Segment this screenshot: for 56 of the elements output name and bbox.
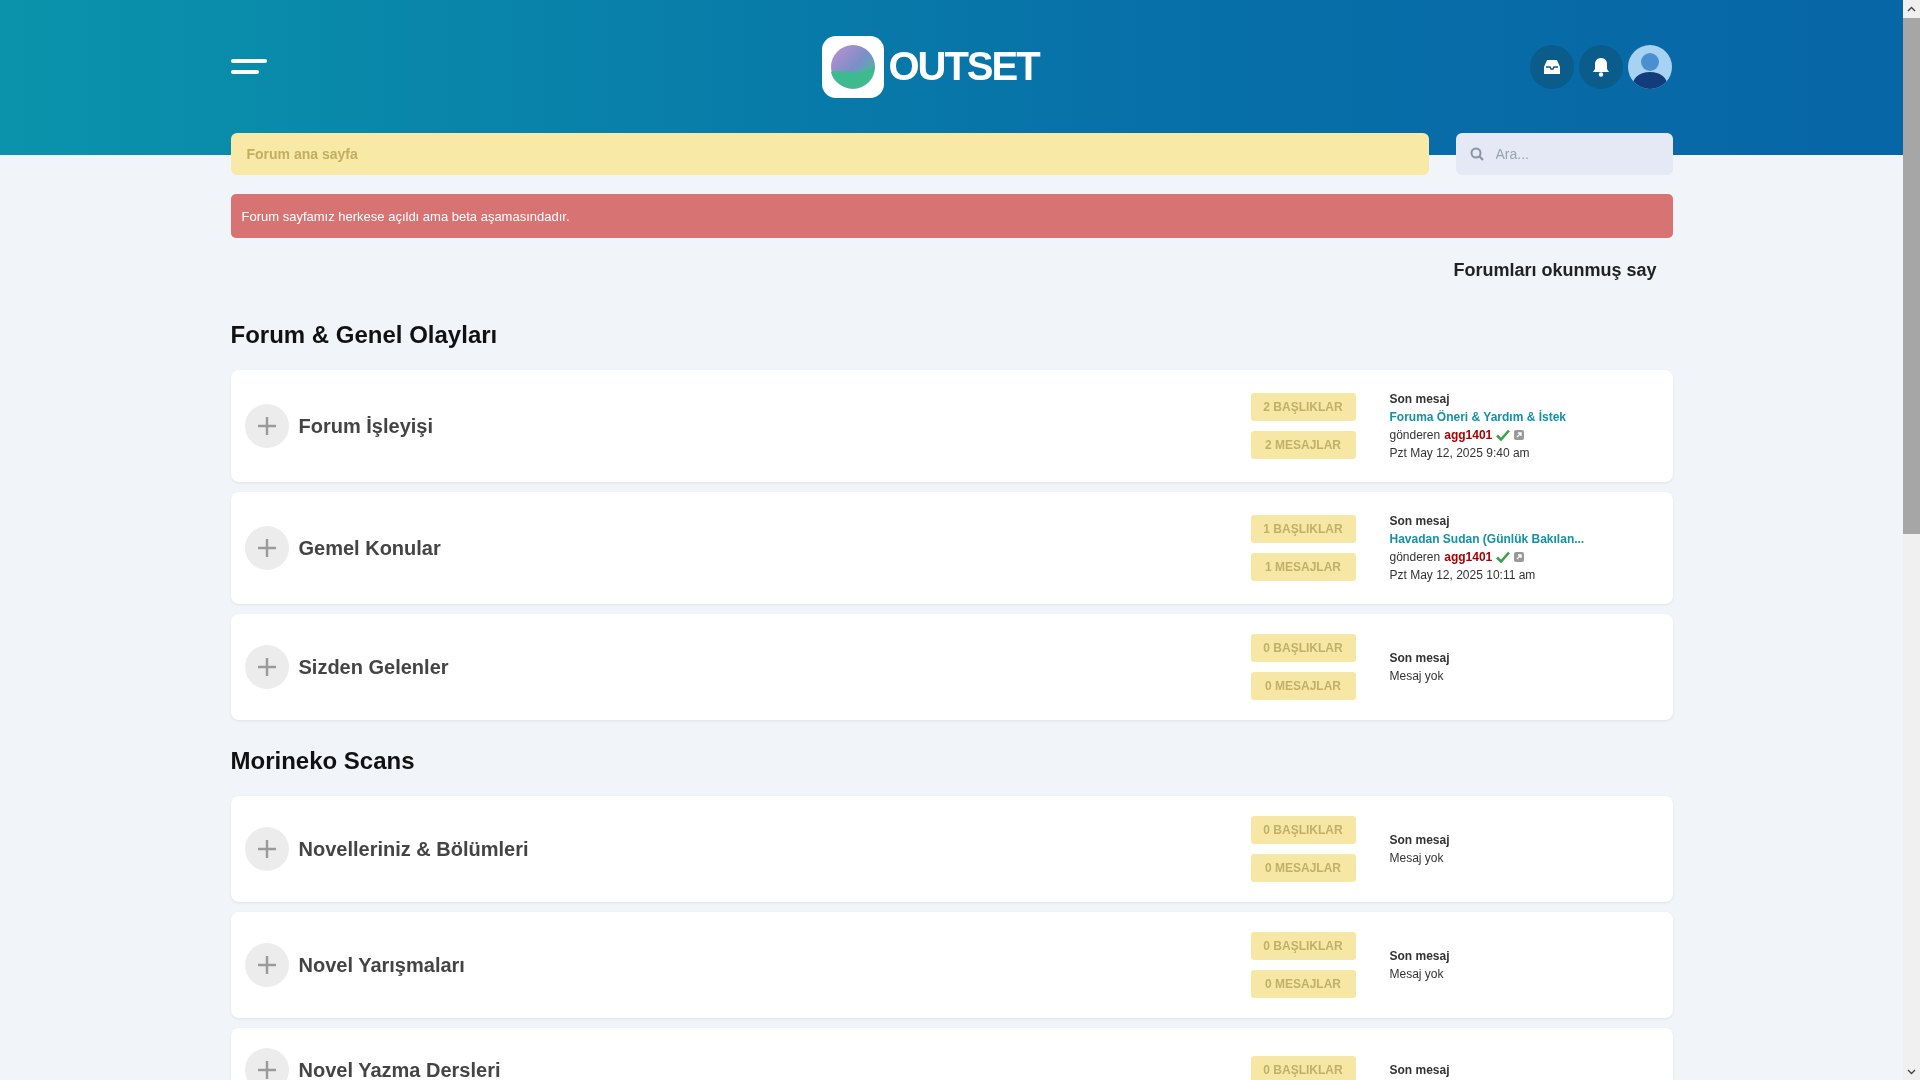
author-link[interactable]: agg1401 bbox=[1444, 426, 1493, 444]
logo-icon bbox=[822, 35, 885, 98]
plus-icon[interactable] bbox=[244, 645, 289, 689]
jump-to-post-icon[interactable] bbox=[1514, 430, 1525, 440]
topic-count-badge: 0 BAŞLIKLAR bbox=[1250, 816, 1356, 844]
last-post-label: Son mesaj bbox=[1389, 650, 1450, 667]
last-post-label: Son mesaj bbox=[1389, 832, 1450, 849]
last-post-link[interactable]: Havadan Sudan (Günlük Bakılan... bbox=[1389, 530, 1585, 548]
forum-title-link[interactable]: Gemel Konular bbox=[298, 536, 1251, 560]
posted-by-label: gönderen bbox=[1389, 427, 1441, 444]
post-count-badge: 0 MESAJLAR bbox=[1250, 970, 1356, 998]
post-date: Pzt May 12, 2025 10:11 am bbox=[1389, 567, 1536, 584]
topic-count-badge: 0 BAŞLIKLAR bbox=[1250, 1056, 1356, 1080]
search-icon bbox=[1469, 147, 1484, 161]
topic-count-badge: 1 BAŞLIKLAR bbox=[1250, 515, 1356, 543]
post-count-badge: 1 MESAJLAR bbox=[1250, 553, 1356, 581]
plus-icon[interactable] bbox=[244, 1048, 289, 1080]
category-heading: Morineko Scans bbox=[230, 746, 416, 776]
mark-forums-read-link[interactable]: Forumları okunmuş say bbox=[1453, 260, 1657, 280]
no-posts-text: Mesaj yok bbox=[1389, 966, 1444, 983]
plus-icon[interactable] bbox=[244, 404, 289, 448]
scrollbar-thumb[interactable] bbox=[1903, 18, 1920, 534]
topic-count-badge: 0 BAŞLIKLAR bbox=[1250, 634, 1356, 662]
jump-to-post-icon[interactable] bbox=[1514, 552, 1525, 562]
logo-text: OUTSET bbox=[888, 44, 1039, 89]
plus-icon[interactable] bbox=[244, 943, 289, 987]
last-post-label: Son mesaj bbox=[1389, 1062, 1450, 1079]
post-count-badge: 0 MESAJLAR bbox=[1250, 672, 1356, 700]
checkmark-icon bbox=[1496, 429, 1511, 441]
scroll-up-icon[interactable] bbox=[1907, 5, 1916, 12]
topic-count-badge: 0 BAŞLIKLAR bbox=[1250, 932, 1356, 960]
no-posts-text: Mesaj yok bbox=[1389, 850, 1444, 867]
author-link[interactable]: agg1401 bbox=[1444, 548, 1493, 566]
checkmark-icon bbox=[1496, 551, 1511, 563]
forum-title-link[interactable]: Forum İşleyişi bbox=[298, 414, 1251, 438]
topic-count-badge: 2 BAŞLIKLAR bbox=[1250, 393, 1356, 421]
post-date: Pzt May 12, 2025 9:40 am bbox=[1389, 445, 1530, 462]
no-posts-text: Mesaj yok bbox=[1389, 668, 1444, 685]
last-post-label: Son mesaj bbox=[1389, 513, 1450, 530]
forum-title-link[interactable]: Novelleriniz & Bölümleri bbox=[298, 837, 1251, 861]
last-post-label: Son mesaj bbox=[1389, 948, 1450, 965]
forum-title-link[interactable]: Novel Yazma Dersleri bbox=[298, 1058, 1251, 1080]
last-post-link[interactable]: Foruma Öneri & Yardım & İstek bbox=[1389, 408, 1566, 426]
plus-icon[interactable] bbox=[244, 526, 289, 570]
forum-title-link[interactable]: Novel Yarışmaları bbox=[298, 953, 1251, 977]
forum-title-link[interactable]: Sizden Gelenler bbox=[298, 655, 1251, 679]
announcement-banner: Forum sayfamız herkese açıldı ama beta aşamasındadır. bbox=[230, 194, 1673, 238]
menu-icon[interactable] bbox=[230, 58, 267, 75]
search-field[interactable]: Ara... bbox=[1455, 133, 1673, 175]
category-heading: Forum & Genel Olayları bbox=[230, 320, 499, 350]
posted-by-label: gönderen bbox=[1389, 549, 1441, 566]
post-count-badge: 0 MESAJLAR bbox=[1250, 854, 1356, 882]
scroll-down-icon[interactable] bbox=[1907, 1068, 1916, 1075]
last-post-label: Son mesaj bbox=[1389, 391, 1450, 408]
plus-icon[interactable] bbox=[244, 827, 289, 871]
post-count-badge: 2 MESAJLAR bbox=[1250, 431, 1356, 459]
